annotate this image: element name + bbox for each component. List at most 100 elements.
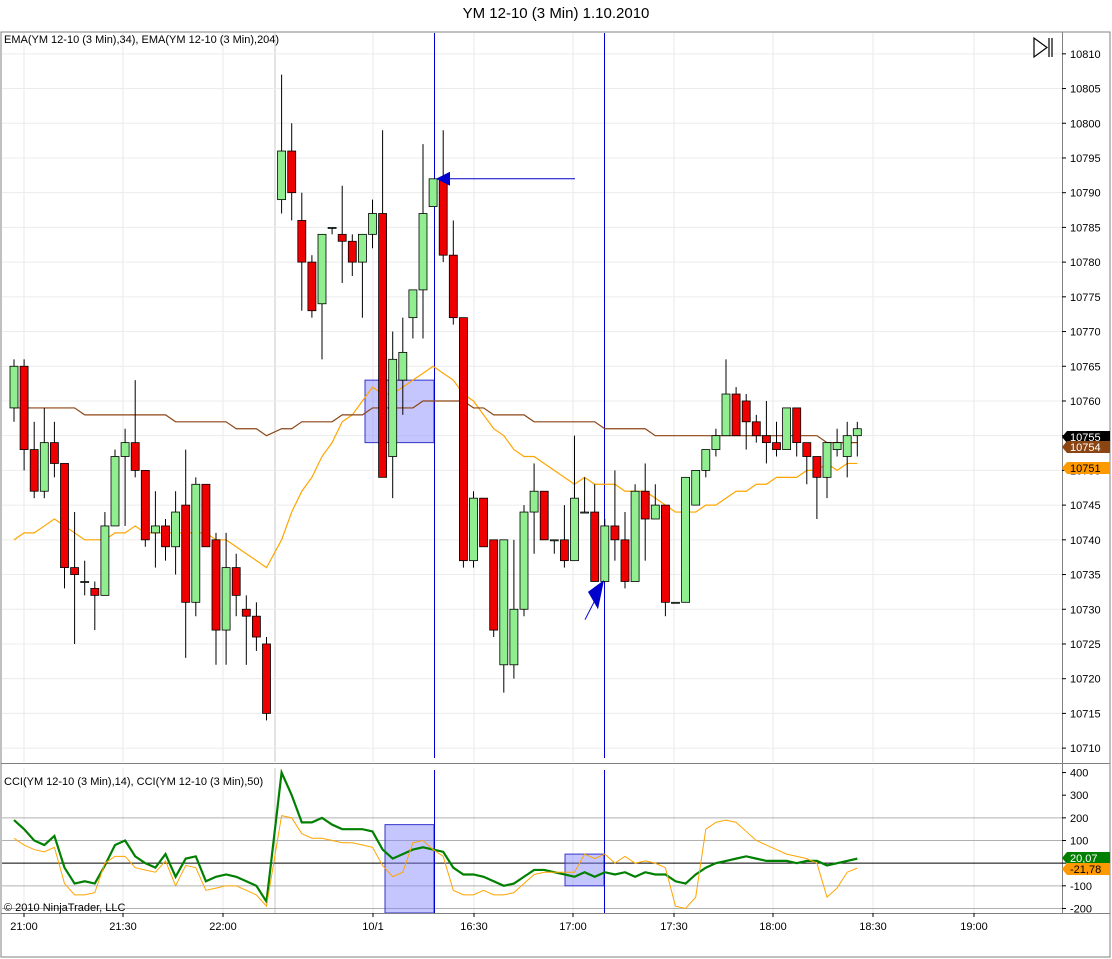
y-tick-label: 10805 (1070, 84, 1101, 96)
candle-body[interactable] (782, 407, 791, 450)
candle-body[interactable] (509, 608, 519, 666)
candle-body[interactable] (9, 365, 19, 409)
candle-body[interactable] (812, 456, 822, 478)
cci-series-line (13, 814, 858, 910)
candle-body[interactable] (378, 213, 388, 478)
candle-body[interactable] (347, 240, 357, 263)
highlight-box[interactable] (564, 853, 605, 887)
candle-body[interactable] (731, 393, 741, 437)
candle-body[interactable] (211, 539, 221, 631)
candle-body[interactable] (671, 601, 680, 604)
candle-body[interactable] (570, 497, 579, 562)
candle-body[interactable] (307, 261, 317, 312)
candle-body[interactable] (221, 567, 231, 631)
candle-body[interactable] (277, 150, 287, 201)
y-tick-label: 10780 (1070, 257, 1101, 269)
candle-body[interactable] (529, 490, 539, 513)
candle-body[interactable] (600, 525, 610, 582)
candle-body[interactable] (110, 456, 120, 527)
candle-body[interactable] (620, 539, 630, 582)
candle-body[interactable] (560, 539, 569, 562)
candle-body[interactable] (469, 497, 478, 562)
candle-body[interactable] (39, 442, 49, 492)
candle-body[interactable] (650, 504, 660, 520)
diagonal-arrow-head[interactable] (588, 580, 604, 610)
candle-body[interactable] (792, 407, 802, 444)
candle-body[interactable] (327, 226, 337, 229)
candlesticks[interactable] (9, 74, 862, 721)
candle-body[interactable] (822, 442, 832, 478)
candle-body[interactable] (50, 442, 59, 464)
candle-body[interactable] (610, 525, 620, 541)
candle-body[interactable] (317, 233, 327, 305)
candle-body[interactable] (140, 469, 150, 541)
candle-body[interactable] (549, 539, 559, 542)
x-tick-label: 10/1 (362, 921, 383, 933)
candle-body[interactable] (357, 233, 367, 263)
candle-body[interactable] (802, 442, 812, 457)
candle-body[interactable] (852, 428, 862, 437)
candle-body[interactable] (408, 289, 418, 319)
candle-body[interactable] (241, 608, 251, 617)
candle-body[interactable] (201, 483, 211, 548)
candle-body[interactable] (388, 358, 398, 457)
candle-body[interactable] (832, 442, 842, 450)
candle-body[interactable] (438, 178, 448, 256)
candle-body[interactable] (640, 490, 650, 520)
axes: 10810 10805 10800 10795 10790 10785 10780 10775… (1, 32, 1110, 933)
candle-body[interactable] (418, 213, 428, 291)
candle-body[interactable] (741, 400, 751, 423)
candle-body[interactable] (661, 504, 670, 603)
candle-body[interactable] (842, 435, 852, 457)
x-tick-label: 16:30 (460, 921, 488, 933)
candle-body[interactable] (19, 365, 29, 450)
candle-body[interactable] (448, 254, 458, 319)
candle-body[interactable] (499, 539, 509, 666)
candle-body[interactable] (691, 469, 701, 506)
candle-body[interactable] (337, 233, 347, 242)
candle-body[interactable] (590, 511, 600, 582)
y-tick-label: 10715 (1070, 708, 1101, 720)
candle-body[interactable] (721, 393, 731, 437)
candle-body[interactable] (519, 511, 529, 610)
candle-body[interactable] (489, 539, 499, 631)
ema-lines (13, 365, 858, 569)
candle-body[interactable] (297, 220, 307, 263)
candle-body[interactable] (171, 511, 181, 548)
candle-body[interactable] (29, 449, 39, 492)
candle-body[interactable] (251, 615, 261, 638)
candle-body[interactable] (398, 351, 408, 381)
candle-body[interactable] (287, 150, 297, 194)
candle-body[interactable] (539, 490, 549, 541)
candle-body[interactable] (762, 435, 771, 444)
candle-body[interactable] (191, 483, 201, 603)
candle-body[interactable] (80, 581, 90, 583)
chart-canvas[interactable]: 10810 10805 10800 10795 10790 10785 10780 10775… (0, 0, 1112, 959)
candle-body[interactable] (161, 525, 170, 548)
candle-body[interactable] (751, 421, 761, 437)
candle-body[interactable] (701, 449, 711, 471)
candle-body[interactable] (772, 442, 781, 450)
candle-body[interactable] (100, 525, 110, 596)
candle-body[interactable] (120, 442, 130, 457)
y-tick-label: 10710 (1070, 743, 1101, 755)
candle-body[interactable] (368, 213, 377, 235)
candle-body[interactable] (150, 525, 160, 534)
candle-body[interactable] (630, 490, 640, 582)
candle-body[interactable] (181, 504, 191, 603)
candle-body[interactable] (479, 497, 489, 548)
candle-body[interactable] (681, 476, 690, 603)
candle-body[interactable] (130, 442, 140, 471)
candle-body[interactable] (580, 511, 589, 514)
y-tick-label: 10740 (1070, 535, 1101, 547)
y-tick-label: 10790 (1070, 188, 1101, 200)
candle-body[interactable] (70, 567, 79, 575)
candle-body[interactable] (262, 643, 271, 714)
candle-body[interactable] (231, 567, 241, 596)
candle-body[interactable] (60, 463, 69, 569)
highlight-box[interactable] (384, 824, 435, 914)
candle-body[interactable] (428, 178, 438, 207)
candle-body[interactable] (458, 317, 468, 562)
candle-body[interactable] (90, 588, 100, 596)
candle-body[interactable] (711, 435, 721, 450)
